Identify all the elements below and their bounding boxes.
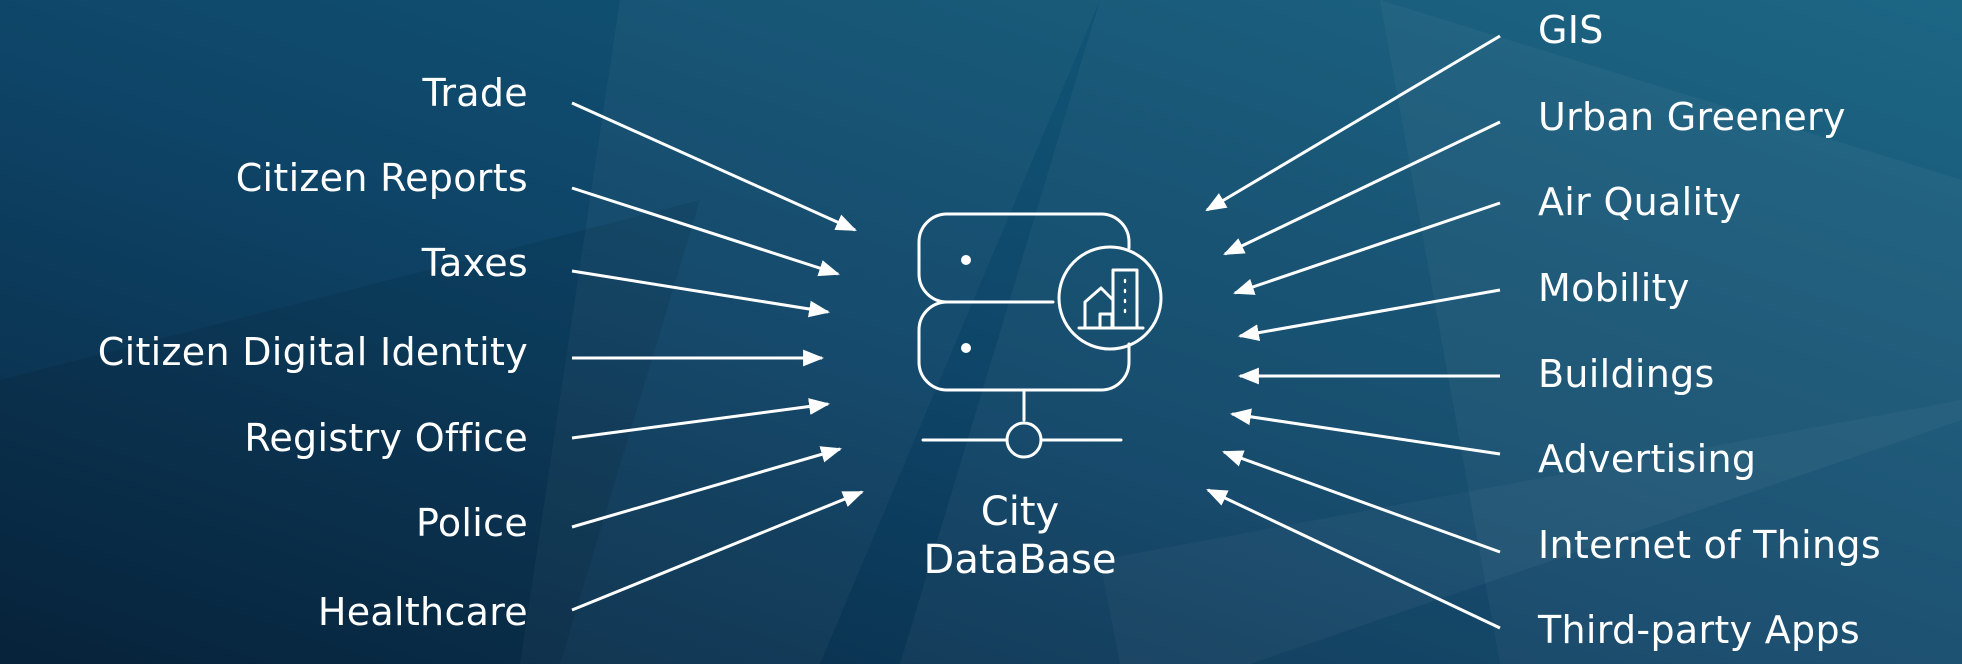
arrow-gis	[1205, 34, 1501, 212]
arrow-trade	[571, 101, 857, 232]
center-node-label: City DataBase	[880, 488, 1160, 584]
arrow-urban-greenery	[1223, 120, 1501, 256]
diagram-canvas: Trade Citizen Reports Taxes Citizen Digi…	[0, 0, 1962, 664]
arrow-registry-office	[571, 398, 831, 440]
arrow-healthcare	[571, 490, 864, 612]
arrow-advertising	[1229, 408, 1501, 456]
arrow-taxes	[571, 269, 831, 318]
center-label-line1: City	[980, 489, 1060, 535]
arrow-internet-of-things	[1222, 450, 1501, 554]
center-label-line2: DataBase	[923, 537, 1117, 583]
arrow-police	[571, 446, 843, 529]
arrow-third-party-apps	[1206, 488, 1501, 630]
arrow-air-quality	[1233, 201, 1501, 295]
arrow-mobility	[1237, 288, 1501, 341]
arrow-citizen-reports	[571, 186, 840, 277]
server-building-icon	[917, 212, 1163, 459]
